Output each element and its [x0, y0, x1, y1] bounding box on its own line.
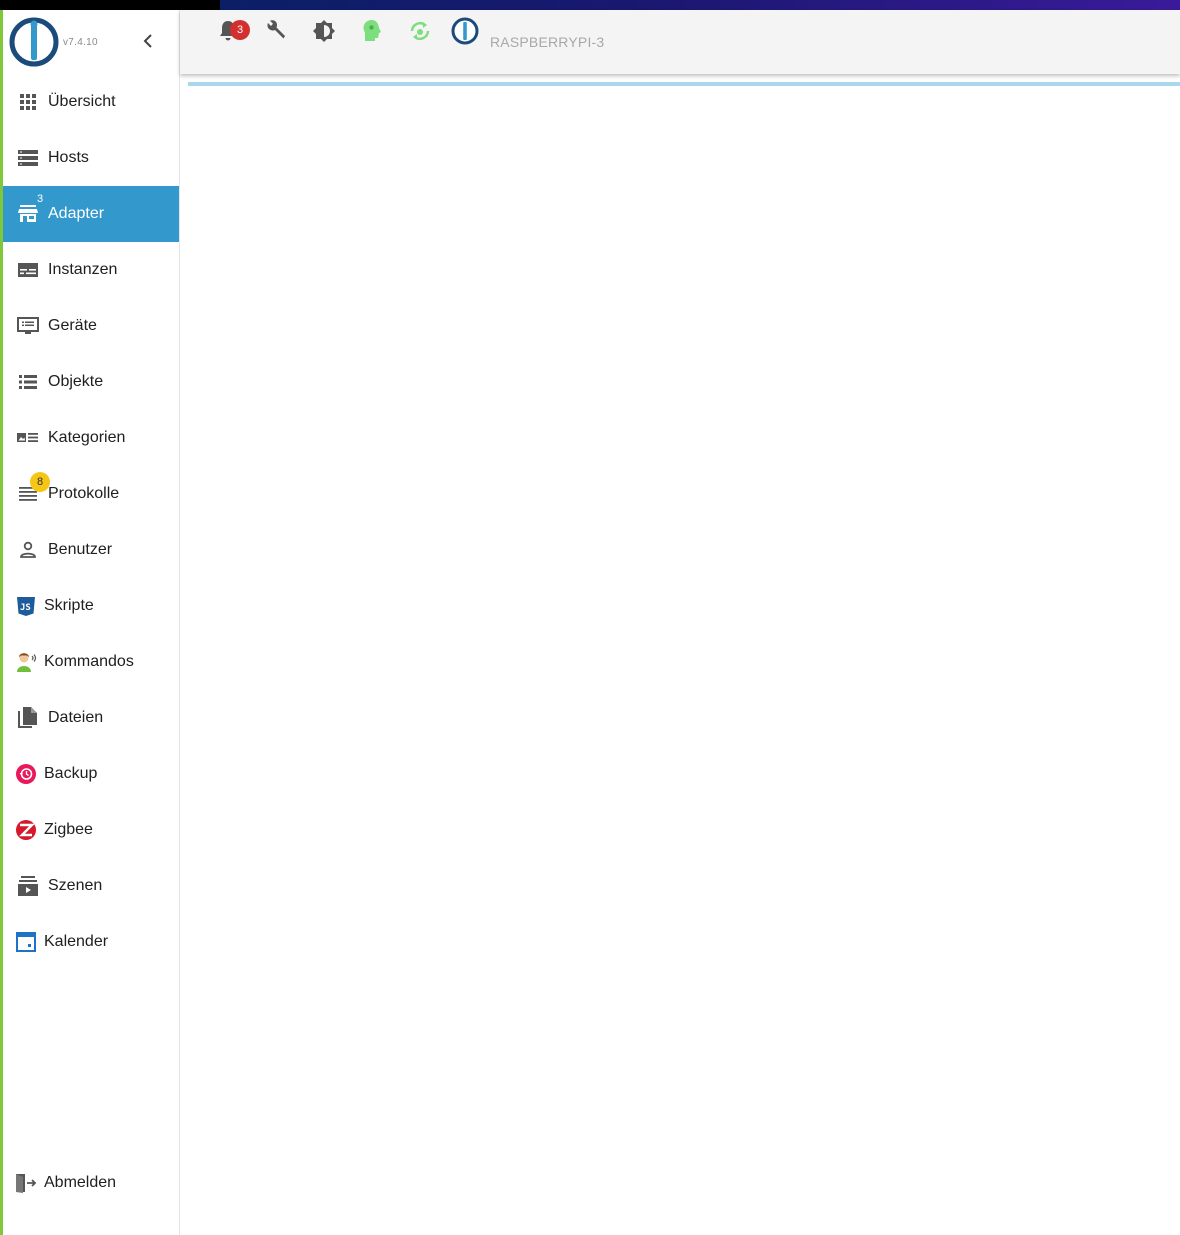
voice-command-icon	[15, 652, 37, 672]
sidebar-item-dateien[interactable]: Dateien	[3, 690, 179, 746]
wrench-icon	[267, 20, 285, 39]
sidebar-item-objekte[interactable]: Objekte	[3, 354, 179, 410]
logout-icon	[15, 1173, 37, 1193]
sidebar-item-kommandos[interactable]: Kommandos	[3, 634, 179, 690]
sidebar: v7.4.10 Übersicht Hosts 3 Adapter Instan…	[0, 10, 180, 1235]
sidebar-item-label: Instanzen	[48, 261, 118, 278]
categories-icon	[17, 428, 39, 448]
sidebar-item-zigbee[interactable]: Zigbee	[3, 802, 179, 858]
iobroker-logo-icon	[451, 17, 479, 45]
sidebar-item-label: Protokolle	[48, 485, 120, 502]
top-strip-dark	[0, 0, 220, 10]
sidebar-item-skripte[interactable]: JS Skripte	[3, 578, 179, 634]
sidebar-item-label: Benutzer	[48, 541, 113, 558]
host-name: RASPBERRYPI-3	[490, 34, 605, 50]
adapter-updates-badge: 3	[37, 193, 44, 205]
sidebar-item-label: Geräte	[48, 317, 97, 334]
devices-icon	[17, 316, 39, 336]
user-icon	[17, 540, 39, 560]
list-icon	[17, 372, 39, 392]
host-logo-button[interactable]	[451, 17, 479, 45]
sidebar-item-backup[interactable]: Backup	[3, 746, 179, 802]
sidebar-item-label: Objekte	[48, 373, 104, 390]
javascript-icon: JS	[15, 596, 37, 616]
refresh-icon	[410, 22, 430, 40]
top-strip-gradient	[220, 0, 1180, 10]
sidebar-item-szenen[interactable]: Szenen	[3, 858, 179, 914]
files-icon	[17, 707, 39, 728]
sidebar-item-adapter[interactable]: 3 Adapter	[3, 186, 179, 242]
sidebar-item-label: Backup	[44, 765, 98, 782]
backup-icon	[15, 764, 37, 784]
sidebar-item-benutzer[interactable]: Benutzer	[3, 522, 179, 578]
expert-mode-button[interactable]	[358, 17, 386, 45]
theme-toggle-button[interactable]	[310, 17, 338, 45]
sidebar-item-kategorien[interactable]: Kategorien	[3, 410, 179, 466]
sidebar-item-label: Dateien	[48, 709, 104, 726]
sidebar-item-label: Skripte	[44, 597, 94, 614]
store-icon	[17, 204, 39, 224]
sidebar-item-hosts[interactable]: Hosts	[3, 130, 179, 186]
sidebar-item-label: Adapter	[48, 205, 105, 222]
sidebar-header: v7.4.10	[3, 10, 179, 74]
iobroker-logo-icon[interactable]	[8, 16, 60, 68]
sidebar-item-label: Übersicht	[48, 93, 116, 110]
collapse-sidebar-chevron-left-icon[interactable]	[140, 32, 156, 50]
grid-icon	[17, 92, 39, 112]
log-count-badge: 8	[30, 472, 50, 492]
server-icon	[17, 148, 39, 168]
sidebar-item-label: Kalender	[44, 933, 109, 950]
sidebar-item-label: Hosts	[48, 149, 89, 166]
sidebar-nav: Übersicht Hosts 3 Adapter Instanzen Gerä…	[3, 74, 179, 970]
logout-button[interactable]: Abmelden	[3, 1155, 179, 1211]
expert-mode-icon	[363, 20, 381, 41]
sidebar-item-uebersicht[interactable]: Übersicht	[3, 74, 179, 130]
calendar-icon	[15, 932, 37, 952]
sidebar-item-label: Szenen	[48, 877, 103, 894]
scenes-icon	[17, 876, 39, 896]
sidebar-item-instanzen[interactable]: Instanzen	[3, 242, 179, 298]
sidebar-item-kalender[interactable]: Kalender	[3, 914, 179, 970]
app-version: v7.4.10	[63, 37, 98, 48]
logout-label: Abmelden	[44, 1174, 117, 1191]
loading-progress-bar	[188, 82, 1180, 86]
system-settings-button[interactable]	[262, 17, 290, 45]
top-strip	[0, 0, 1180, 10]
svg-text:JS: JS	[20, 603, 31, 613]
sidebar-item-label: Kategorien	[48, 429, 126, 446]
zigbee-icon	[15, 820, 37, 840]
brightness-icon	[313, 20, 335, 42]
instances-icon	[17, 260, 39, 280]
sidebar-item-protokolle[interactable]: 8 Protokolle	[3, 466, 179, 522]
refresh-button[interactable]	[406, 17, 434, 45]
sidebar-item-label: Kommandos	[44, 653, 134, 670]
notifications-count-badge: 3	[230, 20, 250, 40]
sidebar-item-label: Zigbee	[44, 821, 93, 838]
sidebar-item-geraete[interactable]: Geräte	[3, 298, 179, 354]
